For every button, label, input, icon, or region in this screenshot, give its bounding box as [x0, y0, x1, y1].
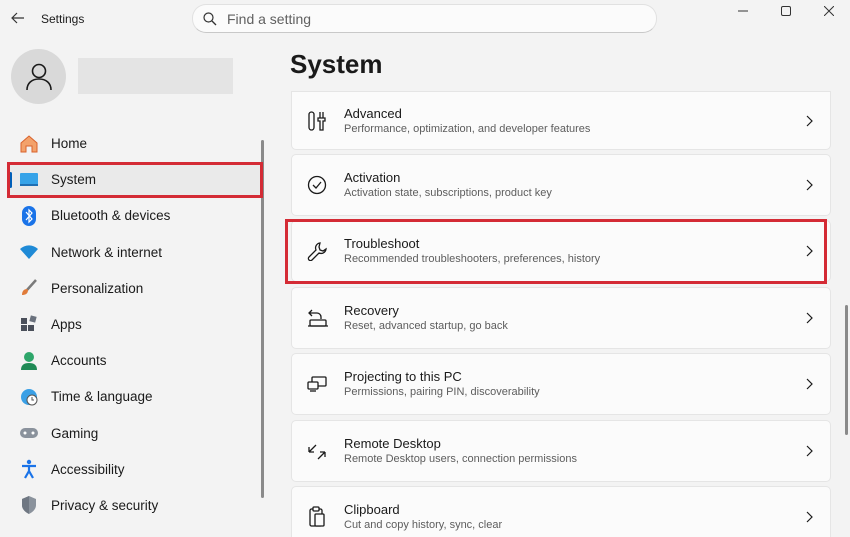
activation-check-icon [306, 174, 328, 196]
close-button[interactable] [807, 0, 850, 22]
sidebar-item-label: Bluetooth & devices [51, 208, 171, 224]
sidebar-item-label: Personalization [51, 280, 144, 296]
card-subtitle: Remote Desktop users, connection permiss… [344, 452, 577, 465]
bluetooth-icon [19, 205, 39, 226]
sidebar-item-label: Time & language [51, 389, 153, 405]
chevron-right-icon [804, 511, 814, 523]
sidebar-item-label: Privacy & security [51, 497, 159, 513]
close-icon [823, 6, 834, 16]
home-icon [19, 134, 39, 154]
annotation-highlight-system [7, 162, 263, 198]
accessibility-icon [19, 459, 39, 479]
remote-desktop-icon [306, 440, 328, 462]
chevron-right-icon [804, 378, 814, 390]
maximize-icon [780, 6, 791, 16]
chevron-right-icon [804, 312, 814, 324]
title-bar: Settings [0, 0, 850, 38]
card-title: Clipboard [344, 501, 400, 517]
card-remote-desktop[interactable]: Remote Desktop Remote Desktop users, con… [291, 419, 831, 482]
card-subtitle: Cut and copy history, sync, clear [344, 518, 503, 531]
sidebar-item-privacy-security[interactable]: Privacy & security [9, 488, 264, 523]
sidebar-item-label: Apps [51, 316, 82, 332]
sidebar-item-home[interactable]: Home [9, 126, 264, 161]
sidebar-item-label: Accessibility [51, 461, 125, 477]
globe-icon [19, 387, 39, 407]
card-projecting[interactable]: Projecting to this PC Permissions, pairi… [291, 353, 831, 416]
card-subtitle: Reset, advanced startup, go back [344, 319, 508, 332]
card-recovery[interactable]: Recovery Reset, advanced startup, go bac… [291, 286, 831, 349]
chevron-right-icon [804, 115, 814, 127]
wifi-icon [19, 242, 39, 262]
accounts-icon [19, 351, 39, 371]
search-box[interactable] [192, 4, 657, 33]
chevron-right-icon [804, 179, 814, 191]
user-profile[interactable] [11, 49, 233, 104]
sidebar-item-time-language[interactable]: Time & language [9, 379, 264, 414]
brush-icon [19, 278, 39, 298]
gamepad-icon [19, 423, 39, 443]
back-arrow-icon [11, 12, 24, 24]
back-button[interactable] [8, 8, 28, 28]
profile-name-redacted [78, 58, 233, 94]
sidebar-item-network-internet[interactable]: Network & internet [9, 235, 264, 270]
annotation-highlight-troubleshoot [285, 219, 827, 284]
chevron-right-icon [804, 445, 814, 457]
settings-list: Advanced Performance, optimization, and … [291, 91, 831, 537]
card-title: Remote Desktop [344, 435, 441, 451]
minimize-button[interactable] [721, 0, 764, 22]
user-avatar-icon [25, 63, 52, 90]
card-subtitle: Performance, optimization, and developer… [344, 122, 591, 135]
card-activation[interactable]: Activation Activation state, subscriptio… [291, 154, 831, 216]
projecting-icon [306, 373, 328, 395]
card-subtitle: Permissions, pairing PIN, discoverabilit… [344, 386, 540, 399]
sidebar-item-label: Network & internet [51, 244, 163, 260]
shield-icon [19, 495, 39, 515]
avatar [11, 49, 66, 104]
main-scrollbar[interactable] [845, 305, 848, 435]
sidebar-item-gaming[interactable]: Gaming [9, 416, 264, 451]
sidebar-item-accessibility[interactable]: Accessibility [9, 452, 264, 487]
card-title: Advanced [344, 105, 402, 121]
window-controls [721, 0, 850, 22]
page-title: System [290, 49, 383, 79]
app-title: Settings [41, 12, 85, 26]
search-input[interactable] [227, 10, 627, 27]
card-clipboard[interactable]: Clipboard Cut and copy history, sync, cl… [291, 485, 831, 537]
recovery-icon [306, 307, 328, 329]
sidebar-item-apps[interactable]: Apps [9, 307, 264, 342]
card-advanced[interactable]: Advanced Performance, optimization, and … [291, 91, 831, 150]
maximize-button[interactable] [764, 0, 807, 22]
sidebar-item-bluetooth-devices[interactable]: Bluetooth & devices [9, 198, 264, 233]
sidebar-item-accounts[interactable]: Accounts [9, 343, 264, 378]
clipboard-icon [306, 506, 328, 528]
sidebar-item-label: Accounts [51, 353, 107, 369]
sidebar-item-label: Home [51, 136, 88, 151]
search-icon [203, 11, 217, 25]
apps-icon [19, 314, 39, 334]
minimize-icon [737, 10, 748, 12]
card-title: Projecting to this PC [344, 369, 462, 385]
card-subtitle: Activation state, subscriptions, product… [344, 187, 552, 199]
card-title: Recovery [344, 302, 399, 318]
advanced-tools-icon [306, 110, 328, 132]
sidebar-item-label: Gaming [51, 425, 99, 441]
sidebar-item-personalization[interactable]: Personalization [9, 271, 264, 306]
card-title: Activation [344, 170, 401, 185]
